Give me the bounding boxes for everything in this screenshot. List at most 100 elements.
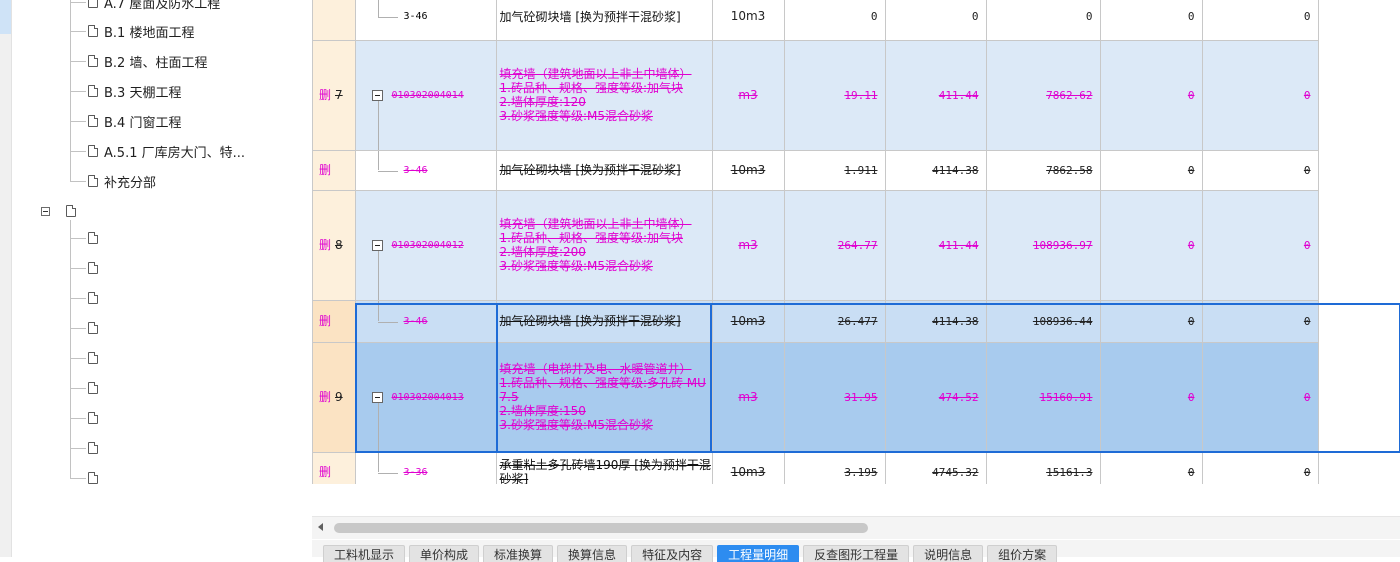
quantity-cell[interactable]: 0 xyxy=(784,0,885,40)
grid-row[interactable]: 删3-46加气砼砌块墙 [换为预拌干混砂浆]10m326.4774114.381… xyxy=(313,300,1400,342)
unit-cell[interactable]: m3 xyxy=(712,342,784,452)
unit-price-cell[interactable]: 0 xyxy=(885,0,986,40)
description-cell[interactable]: 加气砼砌块墙 [换为预拌干混砂浆] xyxy=(496,300,712,342)
cost-col-8-cell[interactable]: 0 xyxy=(1202,190,1318,300)
tab-6[interactable]: 工程量明细 xyxy=(717,545,799,562)
delete-marker-cell[interactable]: 删 xyxy=(313,150,355,190)
tree-item[interactable] xyxy=(88,227,104,249)
tree-item[interactable] xyxy=(88,467,104,489)
grid-row[interactable]: 删8010302004012填充墙（建筑地面以上非土中墙体） 1.砖品种、规格、… xyxy=(313,190,1400,300)
tab-4[interactable]: 换算信息 xyxy=(557,545,627,562)
tab-7[interactable]: 反查图形工程量 xyxy=(803,545,909,562)
delete-marker-cell[interactable]: 删 xyxy=(313,452,355,484)
collapse-row-icon[interactable] xyxy=(372,90,383,101)
total-price-cell[interactable]: 15161.3 xyxy=(986,452,1100,484)
tree-item[interactable] xyxy=(88,407,104,429)
quantity-cell[interactable]: 31.95 xyxy=(784,342,885,452)
tree-item[interactable] xyxy=(88,317,104,339)
tree-item[interactable]: B.1 楼地面工程 xyxy=(88,20,194,42)
code-cell[interactable]: 3-46 xyxy=(355,150,496,190)
cost-col-8-cell[interactable]: 0 xyxy=(1202,0,1318,40)
tree-item[interactable] xyxy=(88,347,104,369)
cost-col-7-cell[interactable]: 0 xyxy=(1100,0,1202,40)
tab-1[interactable]: 工料机显示 xyxy=(323,545,405,562)
grid-row[interactable]: 删3-46加气砼砌块墙 [换为预拌干混砂浆]10m31.9114114.3878… xyxy=(313,150,1400,190)
total-price-cell[interactable]: 7862.58 xyxy=(986,150,1100,190)
code-cell[interactable]: 010302004014 xyxy=(355,40,496,150)
delete-marker-cell[interactable]: 删 xyxy=(313,300,355,342)
total-price-cell[interactable]: 0 xyxy=(986,0,1100,40)
unit-cell[interactable]: 10m3 xyxy=(712,150,784,190)
cost-col-7-cell[interactable]: 0 xyxy=(1100,150,1202,190)
unit-price-cell[interactable]: 4114.38 xyxy=(885,300,986,342)
delete-marker-cell[interactable] xyxy=(313,0,355,40)
unit-cell[interactable]: m3 xyxy=(712,190,784,300)
cost-col-7-cell[interactable]: 0 xyxy=(1100,190,1202,300)
tab-5[interactable]: 特征及内容 xyxy=(631,545,713,562)
grid-row[interactable]: 删3-36承重粘土多孔砖墙190厚 [换为预拌干混砂浆]10m33.195474… xyxy=(313,452,1400,484)
tree-item[interactable]: A.5.1 厂库房大门、特... xyxy=(88,140,245,162)
tree-item[interactable] xyxy=(88,287,104,309)
total-price-cell[interactable]: 15160.91 xyxy=(986,342,1100,452)
grid-row[interactable]: 删9010302004013填充墙（电梯井及电、水暖管道井） 1.砖品种、规格、… xyxy=(313,342,1400,452)
scroll-thumb[interactable] xyxy=(334,523,868,533)
unit-cell[interactable]: 10m3 xyxy=(712,300,784,342)
unit-cell[interactable]: 10m3 xyxy=(712,0,784,40)
cost-col-8-cell[interactable]: 0 xyxy=(1202,40,1318,150)
delete-marker-cell[interactable]: 删8 xyxy=(313,190,355,300)
project-tree[interactable]: A.7 屋面及防水工程 B.1 楼地面工程 B.2 墙、柱面工程 B.3 天棚工程 B.… xyxy=(12,0,312,557)
tab-9[interactable]: 组价方案 xyxy=(987,545,1057,562)
unit-price-cell[interactable]: 4114.38 xyxy=(885,150,986,190)
unit-price-cell[interactable]: 411.44 xyxy=(885,40,986,150)
unit-price-cell[interactable]: 474.52 xyxy=(885,342,986,452)
unit-cell[interactable]: 10m3 xyxy=(712,452,784,484)
grid-row[interactable]: 删7010302004014填充墙（建筑地面以上非土中墙体） 1.砖品种、规格、… xyxy=(313,40,1400,150)
cost-col-7-cell[interactable]: 0 xyxy=(1100,40,1202,150)
description-cell[interactable]: 填充墙（建筑地面以上非土中墙体） 1.砖品种、规格、强度等级:加气块 2.墙体厚… xyxy=(496,40,712,150)
code-cell[interactable]: 010302004013 xyxy=(355,342,496,452)
unit-price-cell[interactable]: 4745.32 xyxy=(885,452,986,484)
tab-3[interactable]: 标准换算 xyxy=(483,545,553,562)
unit-price-cell[interactable]: 411.44 xyxy=(885,190,986,300)
code-cell[interactable]: 3-46 xyxy=(355,300,496,342)
tree-item[interactable]: A.7 屋面及防水工程 xyxy=(88,0,220,13)
description-cell[interactable]: 填充墙（建筑地面以上非土中墙体） 1.砖品种、规格、强度等级:加气块 2.墙体厚… xyxy=(496,190,712,300)
cost-col-8-cell[interactable]: 0 xyxy=(1202,342,1318,452)
tab-8[interactable]: 说明信息 xyxy=(913,545,983,562)
description-cell[interactable]: 填充墙（电梯井及电、水暖管道井） 1.砖品种、规格、强度等级:多孔砖 MU7.5… xyxy=(496,342,712,452)
total-price-cell[interactable]: 108936.97 xyxy=(986,190,1100,300)
total-price-cell[interactable]: 108936.44 xyxy=(986,300,1100,342)
scroll-left-arrow-icon[interactable] xyxy=(318,523,323,531)
tree-item[interactable] xyxy=(88,257,104,279)
code-cell[interactable]: 3-46 xyxy=(355,0,496,40)
tree-item[interactable]: B.4 门窗工程 xyxy=(88,110,181,132)
description-cell[interactable]: 承重粘土多孔砖墙190厚 [换为预拌干混砂浆] xyxy=(496,452,712,484)
unit-cell[interactable]: m3 xyxy=(712,40,784,150)
tree-item[interactable]: B.3 天棚工程 xyxy=(88,80,181,102)
collapse-toggle-icon[interactable] xyxy=(41,207,50,216)
delete-marker-cell[interactable]: 删7 xyxy=(313,40,355,150)
collapse-row-icon[interactable] xyxy=(372,392,383,403)
tree-group-node[interactable] xyxy=(66,200,82,222)
grid-row[interactable]: 3-46加气砼砌块墙 [换为预拌干混砂浆]10m300000 xyxy=(313,0,1400,40)
quantity-cell[interactable]: 19.11 xyxy=(784,40,885,150)
horizontal-scrollbar[interactable] xyxy=(312,516,1400,539)
description-cell[interactable]: 加气砼砌块墙 [换为预拌干混砂浆] xyxy=(496,0,712,40)
tree-item[interactable]: 补充分部 xyxy=(88,170,156,192)
quantity-grid[interactable]: 3-46加气砼砌块墙 [换为预拌干混砂浆]10m300000删701030200… xyxy=(312,0,1400,484)
cost-col-7-cell[interactable]: 0 xyxy=(1100,342,1202,452)
tree-item[interactable] xyxy=(88,437,104,459)
total-price-cell[interactable]: 7862.62 xyxy=(986,40,1100,150)
cost-col-8-cell[interactable]: 0 xyxy=(1202,452,1318,484)
code-cell[interactable]: 010302004012 xyxy=(355,190,496,300)
cost-col-7-cell[interactable]: 0 xyxy=(1100,300,1202,342)
cost-col-7-cell[interactable]: 0 xyxy=(1100,452,1202,484)
tree-item[interactable]: B.2 墙、柱面工程 xyxy=(88,50,207,72)
cost-col-8-cell[interactable]: 0 xyxy=(1202,300,1318,342)
quantity-cell[interactable]: 3.195 xyxy=(784,452,885,484)
tree-item[interactable] xyxy=(88,377,104,399)
quantity-cell[interactable]: 264.77 xyxy=(784,190,885,300)
tab-2[interactable]: 单价构成 xyxy=(409,545,479,562)
collapse-row-icon[interactable] xyxy=(372,240,383,251)
delete-marker-cell[interactable]: 删9 xyxy=(313,342,355,452)
